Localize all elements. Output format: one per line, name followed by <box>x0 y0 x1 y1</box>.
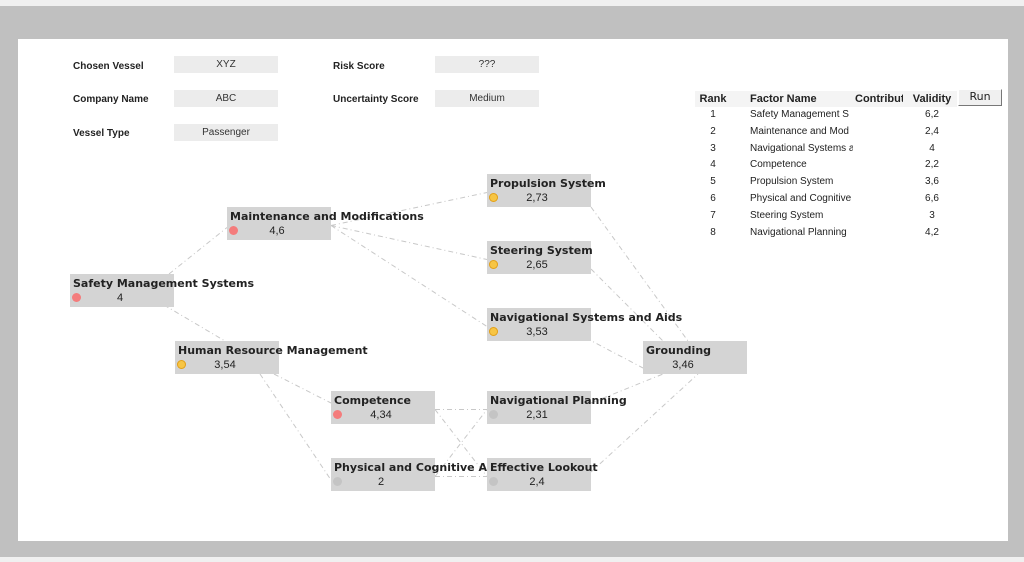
node-title: Human Resource Management <box>178 344 368 357</box>
rank-cell: 3 <box>710 142 716 154</box>
status-grey-icon <box>489 477 498 486</box>
table-row: 8Navigational Planning4%4,2 <box>695 225 957 242</box>
validity-cell: 6,6 <box>925 192 939 204</box>
validity-cell: 2,4 <box>925 125 939 137</box>
node-score: 2,65 <box>526 259 548 271</box>
rank-header: Rank <box>699 93 727 105</box>
ranking-table-header: Rank Factor Name Contribut Validity <box>695 91 957 107</box>
edge-steer-ground <box>590 268 664 342</box>
edge-sms-hrm <box>163 304 226 342</box>
ranking-table-body: 1Safety Management S20%6,22Maintenance a… <box>695 107 957 241</box>
node-title: Physical and Cognitive Abilit <box>334 461 512 474</box>
node-navplan[interactable]: Navigational Planning 2,31 <box>487 391 627 424</box>
validity-cell: 3,6 <box>925 176 939 188</box>
status-grey-icon <box>489 410 498 419</box>
validity-cell: 3 <box>929 209 935 221</box>
factor-name-cell: Navigational Planning <box>750 226 847 238</box>
status-grey-icon <box>333 477 342 486</box>
rank-cell: 5 <box>710 176 716 188</box>
node-title: Navigational Planning <box>490 394 627 407</box>
node-score: 2,4 <box>529 476 545 488</box>
factor-name-cell: Physical and Cognitive <box>750 192 852 204</box>
edge-sms-maint <box>168 227 228 275</box>
table-row: 6Physical and Cognitive5%6,6 <box>695 191 957 208</box>
node-score: 4,34 <box>370 409 392 421</box>
status-amber-icon <box>177 360 186 369</box>
node-title: Steering System <box>490 244 593 257</box>
table-row: 2Maintenance and Mod20%2,4 <box>695 124 957 141</box>
factor-name-cell: Safety Management S <box>750 109 849 120</box>
node-comp[interactable]: Competence 4,34 <box>331 391 435 424</box>
node-title: Competence <box>334 394 411 407</box>
status-red-icon <box>229 226 238 235</box>
validity-header: Validity <box>912 93 952 105</box>
rank-cell: 8 <box>710 226 716 238</box>
node-title: Effective Lookout <box>490 461 598 474</box>
rank-cell: 2 <box>710 125 716 137</box>
table-row: 7Steering System5%3 <box>695 208 957 225</box>
node-score: 4 <box>116 292 124 304</box>
node-navsys[interactable]: Navigational Systems and Aids 3,53 <box>487 308 682 341</box>
edge-maint-navsys <box>330 225 488 327</box>
node-score: 4,6 <box>269 225 285 237</box>
edge-maint-steer <box>330 225 488 260</box>
node-title: Navigational Systems and Aids <box>490 311 683 324</box>
node-score: 2,73 <box>526 192 548 204</box>
factor-name-cell: Navigational Systems a <box>750 142 853 154</box>
edge-hrm-phys <box>259 373 332 481</box>
validity-cell: 4 <box>929 142 935 154</box>
rank-cell: 7 <box>710 209 716 221</box>
status-red-icon <box>72 293 81 302</box>
table-row: 1Safety Management S20%6,2 <box>695 107 957 124</box>
table-row: 3Navigational Systems a12%4 <box>695 141 957 158</box>
status-amber-icon <box>489 193 498 202</box>
validity-cell: 4,2 <box>925 226 939 238</box>
node-sms[interactable]: Safety Management Systems 4 <box>70 274 254 307</box>
rank-cell: 1 <box>710 109 716 120</box>
factor-name-cell: Propulsion System <box>750 176 834 188</box>
status-red-icon <box>333 410 342 419</box>
node-steer[interactable]: Steering System 2,65 <box>487 241 593 274</box>
node-score: 3,54 <box>214 359 236 371</box>
node-ground[interactable]: Grounding 3,46 <box>643 341 747 374</box>
table-row: 5Propulsion System6%3,6 <box>695 174 957 191</box>
validity-cell: 6,2 <box>925 109 939 120</box>
factor-name-cell: Steering System <box>750 209 824 221</box>
edge-lookout-ground <box>590 373 699 473</box>
run-button[interactable]: Run <box>958 89 1002 106</box>
validity-cell: 2,2 <box>925 159 939 171</box>
status-amber-icon <box>489 260 498 269</box>
node-score: 2,31 <box>526 409 548 421</box>
status-amber-icon <box>489 327 498 336</box>
table-row: 4Competence8%2,2 <box>695 157 957 174</box>
node-score: 3,53 <box>526 326 548 338</box>
rank-cell: 4 <box>710 159 716 171</box>
node-title: Grounding <box>646 344 712 357</box>
node-lookout[interactable]: Effective Lookout 2,4 <box>487 458 598 491</box>
node-title: Maintenance and Modifications <box>230 210 424 223</box>
node-score: 3,46 <box>672 359 694 371</box>
node-score: 2 <box>377 476 385 488</box>
ranking-table: Rank Factor Name Contribut Validity 1 Saf… <box>695 91 957 241</box>
contribution-header: Contribut <box>855 93 903 105</box>
factor-name-header: Factor Name <box>750 93 817 105</box>
edge-hrm-comp <box>273 373 332 404</box>
node-title: Propulsion System <box>490 177 606 190</box>
edge-navsys-ground <box>585 337 644 369</box>
node-prop[interactable]: Propulsion System 2,73 <box>487 174 606 207</box>
rank-cell: 6 <box>710 192 716 204</box>
node-hrm[interactable]: Human Resource Management 3,54 <box>175 341 368 374</box>
factor-name-cell: Competence <box>750 159 807 171</box>
node-phys[interactable]: Physical and Cognitive Abilit 2 <box>331 458 511 491</box>
factor-name-cell: Maintenance and Mod <box>750 125 849 137</box>
node-maint[interactable]: Maintenance and Modifications 4,6 <box>227 207 424 240</box>
node-title: Safety Management Systems <box>73 277 255 290</box>
